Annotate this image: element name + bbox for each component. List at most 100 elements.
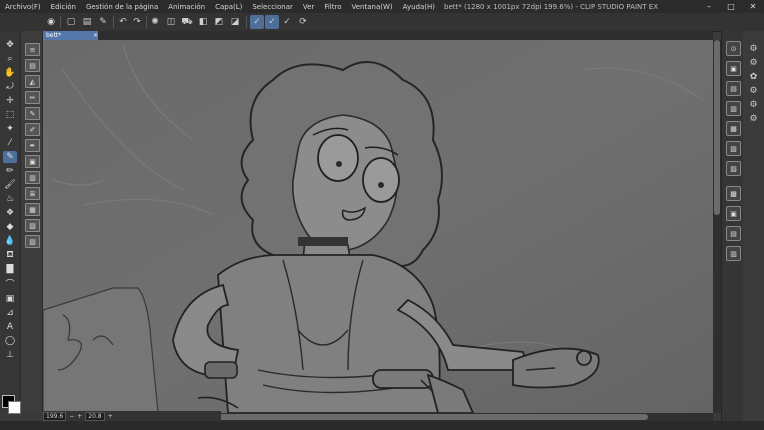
menu-filter[interactable]: Filtro: [319, 3, 346, 11]
vertical-scrollbar[interactable]: [713, 40, 721, 413]
item-bank-icon[interactable]: ▩: [726, 186, 741, 201]
menu-layer[interactable]: Capa(L): [210, 3, 247, 11]
subtool-icon[interactable]: ✒: [25, 139, 40, 152]
ruler-icon[interactable]: ⊿: [3, 307, 17, 319]
subtool-icon[interactable]: ≣: [25, 187, 40, 200]
flip-icon[interactable]: ◪: [228, 15, 242, 29]
figure-icon[interactable]: ⌒: [3, 277, 17, 290]
rotation-field[interactable]: 20.8: [85, 411, 105, 421]
gear-icon[interactable]: ⚙: [747, 43, 760, 55]
zoom-out-button[interactable]: −: [69, 413, 74, 420]
subtool-icon[interactable]: ✎: [25, 107, 40, 120]
title-bar: Archivo(F) Edición Gestión de la página …: [0, 0, 764, 13]
close-button[interactable]: ✕: [742, 0, 764, 13]
menu-edit[interactable]: Edición: [46, 3, 81, 11]
crop-icon[interactable]: ⛟: [180, 15, 194, 29]
sub-tool-palette: ≡ ▤ ◭ ✏ ✎ ✐ ✒ ▣ ▥ ≣ ▦ ▧ ▨: [21, 31, 43, 411]
correct-icon[interactable]: ⊥: [3, 349, 17, 361]
zoom-in-button[interactable]: +: [77, 413, 82, 420]
menu-help[interactable]: Ayuda(H): [398, 3, 440, 11]
pen-stroke-3-icon[interactable]: ✓: [280, 15, 294, 29]
pencil-icon[interactable]: ✏: [3, 165, 17, 177]
scrollbar-thumb[interactable]: [714, 40, 720, 215]
sub-color-swatch[interactable]: [8, 401, 21, 414]
layer-icon[interactable]: ◧: [196, 15, 210, 29]
quick-access-icon[interactable]: ▣: [726, 206, 741, 221]
text-icon[interactable]: A: [3, 321, 17, 333]
separator: [146, 16, 147, 28]
zoom-icon[interactable]: ⌕: [3, 53, 17, 65]
redo-icon[interactable]: ↷: [130, 15, 144, 29]
gear-icon[interactable]: ⚙: [747, 99, 760, 111]
navigation-status: 199.6 − + 20.8 +: [43, 411, 221, 421]
history-icon[interactable]: ▨: [726, 161, 741, 176]
material-icon[interactable]: ▤: [726, 81, 741, 96]
color-set-icon[interactable]: ▤: [726, 226, 741, 241]
material-panel-icon[interactable]: ✿: [747, 71, 760, 83]
brush-icon[interactable]: 🖌: [3, 179, 17, 191]
select-icon[interactable]: ⬚: [3, 109, 17, 121]
maximize-button[interactable]: □: [720, 0, 742, 13]
undo-icon[interactable]: ↶: [116, 15, 130, 29]
animation-icon[interactable]: ▧: [726, 141, 741, 156]
airbrush-icon[interactable]: ♨: [3, 193, 17, 205]
magic-wand-icon[interactable]: ✦: [3, 123, 17, 135]
move-icon[interactable]: ✥: [3, 39, 17, 51]
subtool-icon[interactable]: ▨: [25, 235, 40, 248]
command-bar: ◉ ▢ ▤ ✎ ↶ ↷ ✺ ◫ ⛟ ◧ ◩ ◪ ✓ ✓ ✓ ⟳: [0, 13, 764, 32]
rotate-button[interactable]: +: [108, 413, 113, 420]
frame-icon[interactable]: ▣: [3, 293, 17, 305]
eye-icon[interactable]: ◉: [44, 15, 58, 29]
menu-window[interactable]: Ventana(W): [347, 3, 398, 11]
layer-search-icon[interactable]: ▦: [726, 121, 741, 136]
sync-icon[interactable]: ⟳: [296, 15, 310, 29]
subtool-icon[interactable]: ▥: [25, 171, 40, 184]
select-all-icon[interactable]: ✺: [148, 15, 162, 29]
subtool-icon[interactable]: ✏: [25, 91, 40, 104]
gear-icon[interactable]: ⚙: [747, 57, 760, 69]
gear-icon[interactable]: ⚙: [747, 113, 760, 125]
balloon-icon[interactable]: ◯: [3, 335, 17, 347]
tool-palette: ✥ ⌕ ✋ ⤾ ✛ ⬚ ✦ ⁄ ✎ ✏ 🖌 ♨ ❖ ◆ 💧 ⛾ ▇ ⌒ ▣ ⊿ …: [0, 31, 21, 414]
subtool-icon[interactable]: ▣: [25, 155, 40, 168]
rotate-icon[interactable]: ⤾: [3, 81, 17, 93]
subview-icon[interactable]: ▣: [726, 61, 741, 76]
color-wheel-icon[interactable]: ▥: [726, 246, 741, 261]
invert-selection-icon[interactable]: ◫: [164, 15, 178, 29]
subtool-icon[interactable]: ▧: [25, 219, 40, 232]
pen-stroke-2-icon[interactable]: ✓: [265, 15, 279, 29]
canvas[interactable]: [43, 40, 713, 413]
minimize-button[interactable]: –: [698, 0, 720, 13]
menu-select[interactable]: Seleccionar: [247, 3, 298, 11]
gear-icon[interactable]: ⚙: [747, 85, 760, 97]
hand-icon[interactable]: ✋: [3, 67, 17, 79]
subtool-icon[interactable]: ≡: [25, 43, 40, 56]
fill-tool-icon[interactable]: ⛾: [3, 249, 17, 261]
operation-icon[interactable]: ✛: [3, 95, 17, 107]
pen-icon[interactable]: ✎: [3, 151, 17, 163]
pen-stroke-1-icon[interactable]: ✓: [250, 15, 264, 29]
menu-bar: Archivo(F) Edición Gestión de la página …: [0, 0, 440, 13]
subtool-icon[interactable]: ▦: [25, 203, 40, 216]
eyedropper-icon[interactable]: ⁄: [3, 137, 17, 149]
subtool-icon[interactable]: ▤: [25, 59, 40, 72]
menu-file[interactable]: Archivo(F): [0, 3, 46, 11]
transform-icon[interactable]: ✎: [96, 15, 110, 29]
document-tab[interactable]: bett* ×: [43, 31, 101, 40]
subtool-icon[interactable]: ◭: [25, 75, 40, 88]
layer-property-icon[interactable]: ▥: [726, 101, 741, 116]
menu-page-management[interactable]: Gestión de la página: [81, 3, 163, 11]
clear-icon[interactable]: ▢: [64, 15, 78, 29]
decorate-icon[interactable]: ❖: [3, 207, 17, 219]
dim-tool-icon[interactable]: ◩: [212, 15, 226, 29]
fill-icon[interactable]: ▤: [80, 15, 94, 29]
menu-animation[interactable]: Animación: [163, 3, 210, 11]
blend-icon[interactable]: 💧: [3, 235, 17, 247]
separator: [60, 16, 61, 28]
eraser-icon[interactable]: ◆: [3, 221, 17, 233]
menu-view[interactable]: Ver: [298, 3, 319, 11]
zoom-field[interactable]: 199.6: [43, 411, 67, 421]
subtool-icon[interactable]: ✐: [25, 123, 40, 136]
navigator-icon[interactable]: ⊙: [726, 41, 741, 56]
gradient-icon[interactable]: ▇: [3, 263, 17, 275]
